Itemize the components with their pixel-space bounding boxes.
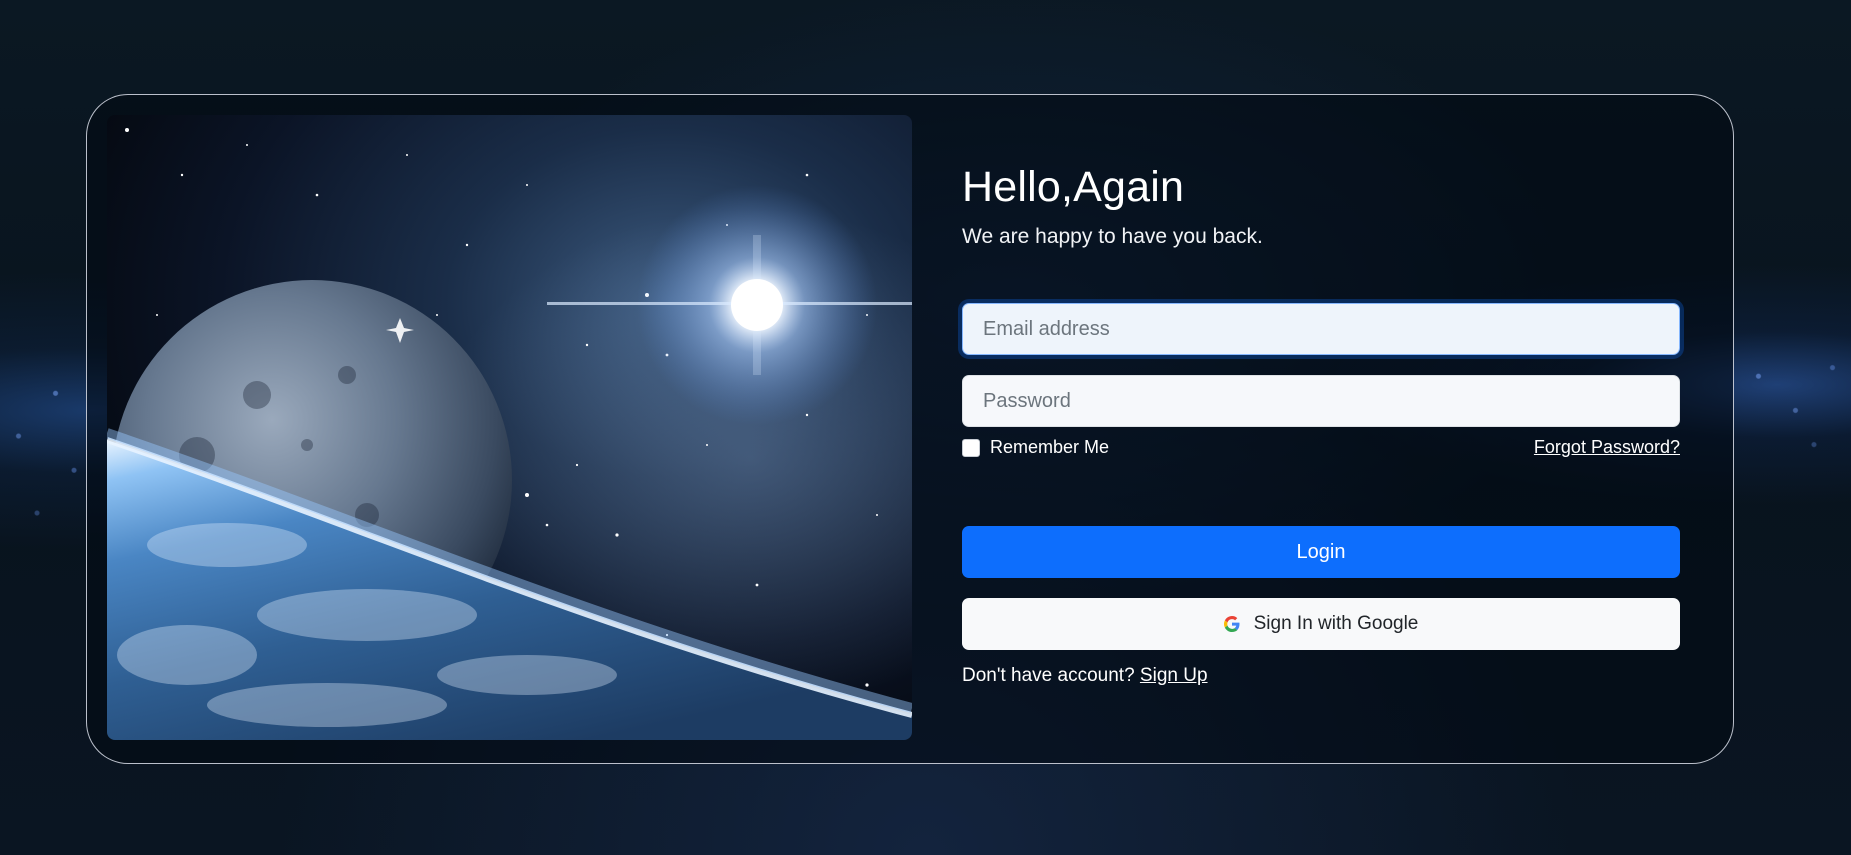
page-subtitle: We are happy to have you back. xyxy=(962,225,1263,248)
space-hero-image xyxy=(107,115,912,740)
password-input[interactable] xyxy=(962,375,1680,427)
signup-prompt: Don't have account? xyxy=(962,665,1140,686)
options-row: Remember Me Forgot Password? xyxy=(962,437,1680,463)
page-title: Hello,Again xyxy=(962,163,1185,211)
login-card: Hello,Again We are happy to have you bac… xyxy=(86,94,1734,764)
email-input[interactable] xyxy=(962,303,1680,355)
remember-me-label[interactable]: Remember Me xyxy=(990,437,1109,458)
signup-link[interactable]: Sign Up xyxy=(1140,665,1208,686)
google-signin-button[interactable]: Sign In with Google xyxy=(962,598,1680,650)
google-icon xyxy=(1223,616,1240,632)
login-button[interactable]: Login xyxy=(962,526,1680,578)
forgot-password-link[interactable]: Forgot Password? xyxy=(1534,437,1680,458)
signup-row: Don't have account? Sign Up xyxy=(962,665,1208,687)
remember-me-checkbox[interactable] xyxy=(962,438,980,457)
remember-me[interactable]: Remember Me xyxy=(962,437,1109,458)
google-signin-label: Sign In with Google xyxy=(1253,613,1419,634)
